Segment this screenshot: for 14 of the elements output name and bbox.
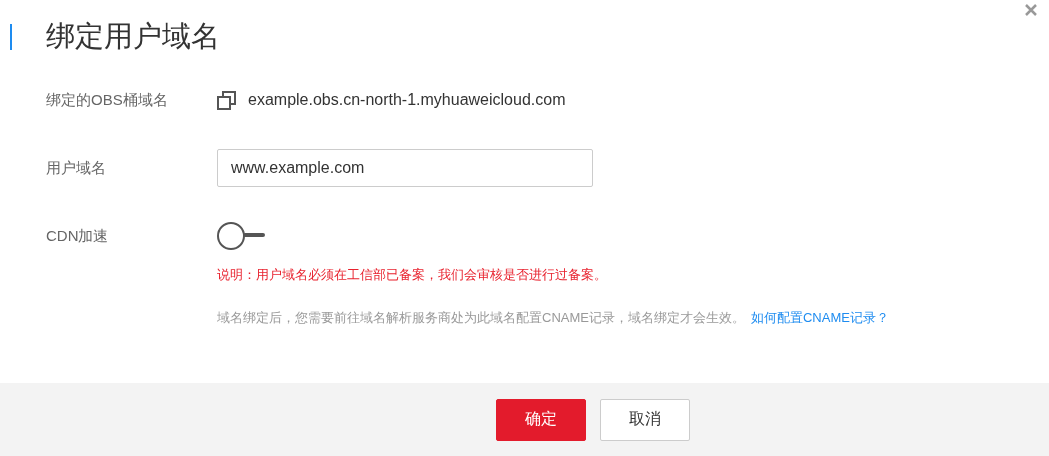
field-label: CDN加速 bbox=[46, 226, 110, 246]
cancel-button[interactable]: 取消 bbox=[600, 398, 690, 441]
field-label: 绑定的OBS桶域名 bbox=[46, 90, 169, 110]
dialog-title: 绑定用户域名 bbox=[46, 19, 220, 54]
bucket-domain: example.obs.cn-north-1.myhuaweicloud.com bbox=[248, 91, 566, 109]
cname-help-link[interactable]: 如何配置CNAME记录？ bbox=[750, 310, 889, 325]
domain-input-field[interactable]: www.example.com bbox=[217, 149, 593, 187]
cdn-toggle[interactable] bbox=[217, 222, 267, 250]
notice-text: 说明：用户域名必须在工信部已备案，我们会审核是否进行过备案。 bbox=[217, 266, 608, 284]
close-icon[interactable] bbox=[1025, 4, 1037, 16]
confirm-button[interactable]: 确定 bbox=[496, 398, 586, 441]
copy-icon[interactable] bbox=[217, 90, 236, 110]
hint-text: 域名绑定后，您需要前往域名解析服务商处为此域名配置CNAME记录，域名绑定才会生效。 bbox=[217, 310, 745, 325]
field-label: 用户域名 bbox=[46, 158, 107, 178]
